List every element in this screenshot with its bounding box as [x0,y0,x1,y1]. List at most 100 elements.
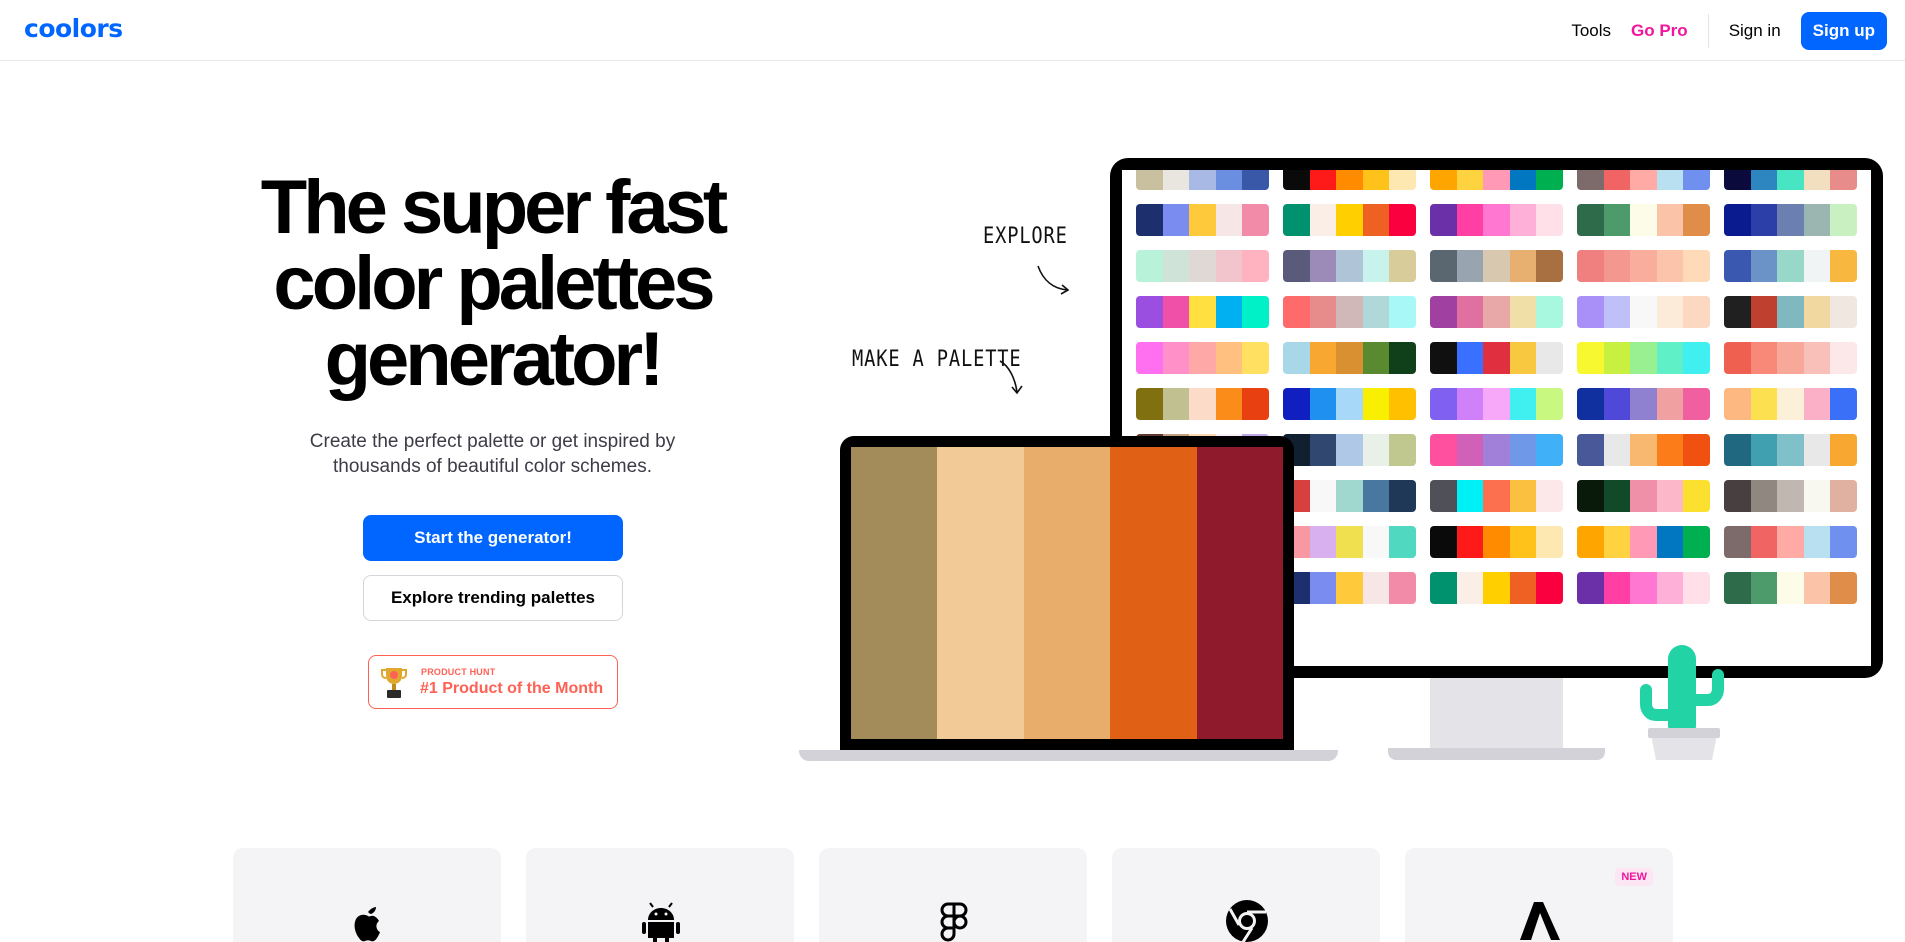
color-swatch [1724,296,1751,328]
color-swatch [1509,434,1537,466]
color-swatch [1803,388,1831,420]
start-generator-button[interactable]: Start the generator! [363,515,623,561]
color-swatch [1750,296,1778,328]
color-swatch [1456,480,1484,512]
color-swatch [1803,434,1831,466]
color-swatch [1430,388,1457,420]
color-swatch [1656,434,1684,466]
color-swatch [1630,526,1657,558]
color-swatch [1777,388,1804,420]
tools-link[interactable]: Tools [1571,21,1611,41]
color-swatch [1456,572,1484,604]
color-swatch [1136,342,1163,374]
color-swatch [1777,526,1804,558]
coolors-logo[interactable]: coolors [24,14,123,43]
laptop-color-swatch [1023,447,1111,739]
color-swatch [1536,170,1563,190]
color-swatch [1309,434,1337,466]
color-swatch [1483,388,1510,420]
palette-swatch-row [1724,342,1857,374]
platform-card-android[interactable] [526,848,794,942]
color-swatch [1724,204,1751,236]
color-swatch [1389,204,1416,236]
color-swatch [1577,434,1604,466]
color-swatch [1577,526,1604,558]
palette-swatch-row [1577,388,1710,420]
color-swatch [1656,388,1684,420]
laptop-palette [851,447,1284,739]
product-hunt-badge[interactable]: PRODUCT HUNT #1 Product of the Month [368,655,618,709]
color-swatch [1777,204,1804,236]
platform-card-figma[interactable] [819,848,1087,942]
palette-swatch-row [1136,250,1269,282]
color-swatch [1483,434,1510,466]
apple-icon [354,907,380,942]
color-swatch [1750,388,1778,420]
explore-trending-button[interactable]: Explore trending palettes [363,575,623,621]
color-swatch [1389,572,1416,604]
platform-card-ios[interactable] [233,848,501,942]
sign-in-link[interactable]: Sign in [1729,21,1781,41]
color-swatch [1215,388,1243,420]
color-swatch [1630,170,1657,190]
color-swatch [1536,296,1563,328]
color-swatch [1577,572,1604,604]
color-swatch [1456,434,1484,466]
color-swatch [1630,204,1657,236]
color-swatch [1242,204,1269,236]
color-swatch [1777,342,1804,374]
color-swatch [1656,572,1684,604]
color-swatch [1362,388,1390,420]
color-swatch [1724,526,1751,558]
palette-swatch-row [1724,170,1857,190]
color-swatch [1724,170,1751,190]
palette-swatch-row [1283,170,1416,190]
color-swatch [1803,526,1831,558]
platform-cards: NEW [233,848,1673,942]
color-swatch [1242,342,1269,374]
color-swatch [1803,480,1831,512]
color-swatch [1283,296,1310,328]
laptop-illustration [840,436,1294,750]
color-swatch [1803,204,1831,236]
color-swatch [1162,250,1190,282]
go-pro-link[interactable]: Go Pro [1631,21,1688,41]
color-swatch [1724,342,1751,374]
color-swatch [1830,572,1857,604]
color-swatch [1483,250,1510,282]
color-swatch [1630,480,1657,512]
sign-up-button[interactable]: Sign up [1800,11,1887,50]
color-swatch [1750,526,1778,558]
color-swatch [1830,296,1857,328]
hero-subtitle-line: thousands of beautiful color schemes. [333,456,652,477]
color-swatch [1389,526,1416,558]
color-swatch [1309,204,1337,236]
color-swatch [1656,342,1684,374]
palette-swatch-row [1136,296,1269,328]
platform-card-adobe[interactable]: NEW [1405,848,1673,942]
color-swatch [1536,572,1563,604]
laptop-color-swatch [1110,447,1197,739]
color-swatch [1136,388,1163,420]
color-swatch [1656,170,1684,190]
palette-swatch-row [1577,342,1710,374]
palette-swatch-row [1430,434,1563,466]
palette-swatch-row [1724,296,1857,328]
color-swatch [1750,250,1778,282]
color-swatch [1483,296,1510,328]
palette-swatch-row [1577,526,1710,558]
color-swatch [1683,342,1710,374]
color-swatch [1430,342,1457,374]
color-swatch [1456,342,1484,374]
color-swatch [1242,296,1269,328]
new-badge: NEW [1615,868,1653,886]
color-swatch [1309,480,1337,512]
color-swatch [1336,296,1363,328]
color-swatch [1283,170,1310,190]
laptop-base [799,750,1338,761]
color-swatch [1362,204,1390,236]
color-swatch [1603,388,1631,420]
color-swatch [1830,204,1857,236]
platform-card-chrome[interactable] [1112,848,1380,942]
color-swatch [1336,250,1363,282]
